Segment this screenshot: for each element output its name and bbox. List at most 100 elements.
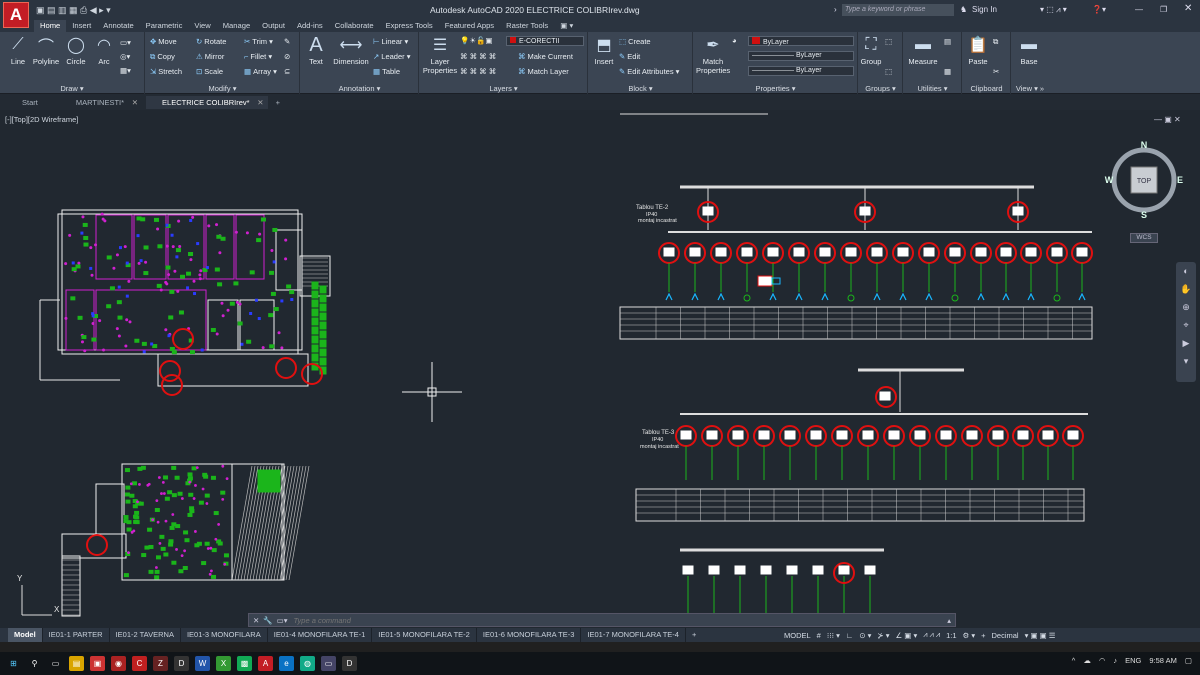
- compass-north[interactable]: N: [1141, 140, 1148, 150]
- edge-icon[interactable]: e: [279, 656, 294, 671]
- language-indicator[interactable]: ENG: [1125, 656, 1141, 665]
- close-icon[interactable]: ✕: [253, 616, 259, 625]
- file-tab-start[interactable]: Start: [6, 96, 56, 109]
- gradient-icon[interactable]: ▦▾: [120, 66, 131, 75]
- paste-button[interactable]: 📋 Paste: [965, 35, 991, 66]
- file-tab-martinesti[interactable]: MARTINESTI* ✕: [60, 96, 142, 109]
- autocad-logo-icon[interactable]: A: [3, 2, 29, 28]
- autocad-taskbar-icon[interactable]: A: [258, 656, 273, 671]
- clipboard-panel-title[interactable]: Clipboard: [963, 84, 1010, 93]
- leader-button[interactable]: ↗ Leader ▾: [373, 52, 411, 61]
- fillet-button[interactable]: ⌐ Fillet ▾: [244, 52, 272, 61]
- layer-dropdown[interactable]: E-CORECTII: [506, 36, 584, 46]
- annomonitor-icon[interactable]: +: [981, 631, 985, 640]
- navigation-bar[interactable]: ◐ ✋ ⊕ ⌖ ▶ ▾: [1176, 262, 1196, 382]
- match-properties-button[interactable]: ✒ Match Properties: [696, 35, 730, 75]
- customize-icon[interactable]: 🔧: [263, 616, 272, 625]
- app-icon-z[interactable]: Z: [153, 656, 168, 671]
- rotate-button[interactable]: ↻ Rotate: [196, 37, 226, 46]
- compass-west[interactable]: W: [1105, 175, 1114, 185]
- notification-icon[interactable]: ▢: [1185, 656, 1192, 665]
- file-explorer-icon[interactable]: ▤: [69, 656, 84, 671]
- layout-tab-ie01-5[interactable]: IE01-5 MONOFILARA TE-2: [372, 628, 477, 642]
- file-tab-electrice[interactable]: ELECTRICE COLIBRIrev* ✕: [146, 95, 268, 109]
- measure-button[interactable]: ▬ Measure: [906, 35, 940, 66]
- cart-icon[interactable]: ▾ ⬚ ⩘ ▾: [1040, 5, 1067, 15]
- tab-addins[interactable]: Add-ins: [291, 20, 329, 32]
- copy-button[interactable]: ⧉ Copy: [150, 52, 175, 62]
- color-dropdown[interactable]: ByLayer: [748, 36, 854, 46]
- app-icon-d[interactable]: D: [174, 656, 189, 671]
- ribbon-toggle-icon[interactable]: ▣ ▾: [554, 20, 579, 32]
- array-button[interactable]: ▦ Array ▾: [244, 67, 277, 76]
- workspace-gear-icon[interactable]: ⚙ ▾: [963, 631, 976, 640]
- isodraft-icon[interactable]: ⊁ ▾: [877, 631, 889, 640]
- grid-icon[interactable]: #: [817, 631, 821, 640]
- edit-block-button[interactable]: ✎ Edit: [619, 52, 640, 61]
- table-button[interactable]: ▦ Table: [373, 67, 400, 76]
- sign-in-link[interactable]: Sign In: [972, 5, 997, 14]
- viewcube[interactable]: TOP N S E W: [1104, 140, 1184, 220]
- tab-output[interactable]: Output: [256, 20, 291, 32]
- layout-tab-model[interactable]: Model: [8, 628, 43, 642]
- tab-home[interactable]: Home: [34, 20, 67, 32]
- utilities-panel-title[interactable]: Utilities ▾: [904, 84, 961, 93]
- group-select-icon[interactable]: ⬚: [885, 67, 892, 76]
- tray-arrow-icon[interactable]: ^: [1072, 656, 1076, 665]
- calculator-icon[interactable]: ▤: [944, 37, 951, 46]
- annotation-panel-title[interactable]: Annotation ▾: [301, 84, 418, 93]
- erase-icon[interactable]: ✎: [284, 37, 290, 46]
- create-block-button[interactable]: ⬚ Create: [619, 37, 651, 46]
- start-icon[interactable]: ⊞: [6, 656, 21, 671]
- linetype-dropdown[interactable]: ―――――― ByLayer: [748, 66, 854, 76]
- layer-tools-icons[interactable]: ⌘ ⌘ ⌘ ⌘: [460, 52, 496, 61]
- move-button[interactable]: ✥ Move: [150, 37, 177, 46]
- circle-button[interactable]: ◯ Circle: [62, 35, 90, 66]
- rectangle-icon[interactable]: ▭▾: [120, 38, 131, 47]
- tab-express-tools[interactable]: Express Tools: [380, 20, 439, 32]
- layout-tab-ie01-2[interactable]: IE01-2 TAVERNA: [110, 628, 181, 642]
- tab-collaborate[interactable]: Collaborate: [329, 20, 380, 32]
- layers-panel-title[interactable]: Layers ▾: [420, 84, 587, 93]
- app-icon-dwg[interactable]: D: [342, 656, 357, 671]
- view-panel-title[interactable]: View ▾ »: [1012, 84, 1048, 93]
- snap-icon[interactable]: ⁝⁝⁝ ▾: [827, 631, 840, 640]
- base-button[interactable]: ▬ Base: [1014, 35, 1044, 66]
- model-space-toggle[interactable]: MODEL: [784, 631, 811, 640]
- minimize-button[interactable]: —: [1135, 5, 1143, 14]
- scale-button[interactable]: ⊡ Scale: [196, 67, 223, 76]
- close-button[interactable]: ✕: [1184, 3, 1192, 14]
- tab-annotate[interactable]: Annotate: [97, 20, 139, 32]
- quick-calc-icon[interactable]: ▦: [944, 67, 951, 76]
- hatch-icon[interactable]: ◎▾: [120, 52, 130, 61]
- command-expand-icon[interactable]: ▴: [947, 616, 951, 625]
- close-icon[interactable]: ✕: [257, 96, 263, 109]
- add-layout-icon[interactable]: +: [686, 628, 702, 642]
- explode-icon[interactable]: ⊘: [284, 52, 290, 61]
- edit-attributes-button[interactable]: ✎ Edit Attributes ▾: [619, 67, 679, 76]
- command-input[interactable]: [293, 615, 894, 625]
- clock[interactable]: 9:58 AM: [1149, 656, 1177, 665]
- viewport-window-controls[interactable]: — ▣ ✕: [1154, 115, 1181, 124]
- object-snap-icon[interactable]: ∠ ▣ ▾: [895, 631, 917, 640]
- cut-icon[interactable]: ✂: [993, 67, 999, 76]
- ortho-icon[interactable]: ∟: [846, 631, 853, 640]
- make-current-button[interactable]: ⌘ Make Current: [518, 52, 573, 61]
- command-history-icon[interactable]: ▭▾: [277, 616, 288, 625]
- properties-panel-title[interactable]: Properties ▾: [694, 84, 857, 93]
- lineweight-dropdown[interactable]: ―――――― ByLayer: [748, 51, 854, 61]
- tab-manage[interactable]: Manage: [217, 20, 256, 32]
- group-button[interactable]: ⛶ Group: [859, 35, 883, 66]
- viewport-controls[interactable]: [-][Top][2D Wireframe]: [5, 115, 78, 124]
- wcs-menu[interactable]: WCS: [1130, 233, 1158, 243]
- tab-featured-apps[interactable]: Featured Apps: [439, 20, 500, 32]
- layout-tab-ie01-3[interactable]: IE01-3 MONOFILARA: [181, 628, 268, 642]
- polyline-button[interactable]: ⌒ Polyline: [32, 35, 60, 66]
- app-icon-folder[interactable]: ▭: [321, 656, 336, 671]
- task-view-icon[interactable]: ▭: [48, 656, 63, 671]
- drawing-canvas[interactable]: Y X Tablou TE-2 IP40 montaj incastrat Tablou …: [0, 112, 1200, 628]
- layer-tools-icons-2[interactable]: ⌘ ⌘ ⌘ ⌘: [460, 67, 496, 76]
- polar-icon[interactable]: ⊙ ▾: [859, 631, 871, 640]
- search-arrow-icon[interactable]: ›: [834, 5, 837, 14]
- annotation-scale[interactable]: 1:1: [946, 631, 956, 640]
